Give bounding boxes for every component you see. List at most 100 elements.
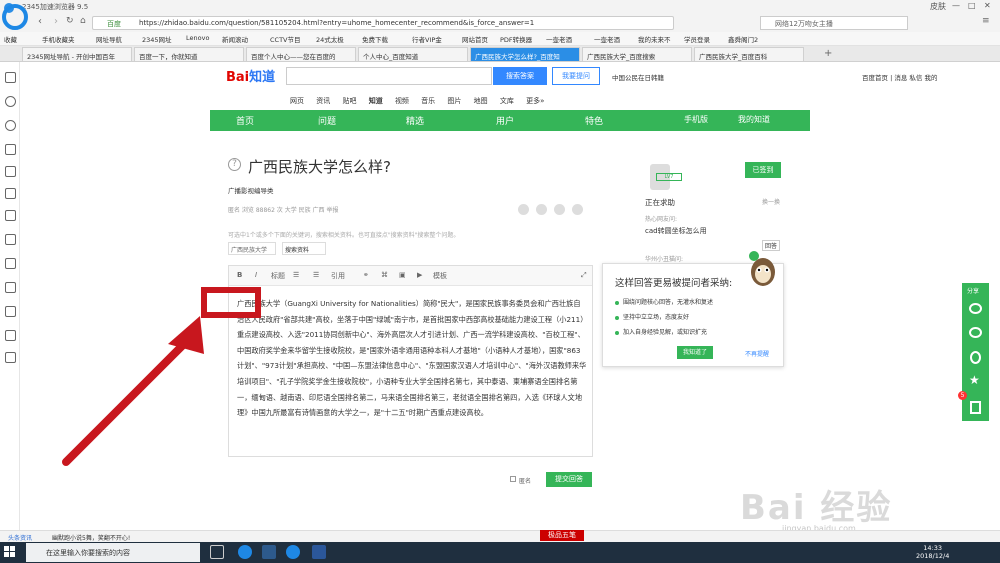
bookmark-item[interactable]: 手机收藏夹 (42, 34, 75, 44)
channel-zhidao[interactable]: 知道 (369, 97, 383, 105)
weibo-share-icon[interactable] (536, 204, 547, 215)
minimize-button[interactable]: — (952, 1, 960, 10)
bookmark-item[interactable]: CCTV节目 (270, 34, 301, 44)
image-icon[interactable]: ▣ (399, 271, 406, 279)
channel-image[interactable]: 图片 (447, 97, 461, 105)
history-icon[interactable] (5, 96, 16, 107)
task-view-icon[interactable] (210, 545, 224, 559)
douyu-icon[interactable] (5, 188, 16, 199)
wechat-share-icon[interactable] (518, 204, 529, 215)
refresh-icon[interactable]: ↻ (66, 16, 74, 26)
note-icon[interactable] (5, 352, 16, 363)
star-icon[interactable] (5, 72, 16, 83)
bookmark-item[interactable]: 收藏 (4, 34, 17, 44)
qq-icon[interactable] (970, 351, 981, 364)
nav-mobile[interactable]: 手机版 (684, 114, 708, 125)
bookmark-item[interactable]: 行者VIP金 (412, 34, 442, 44)
url-text[interactable]: https://zhidao.baidu.com/question/581105… (139, 19, 534, 27)
channel-music[interactable]: 音乐 (421, 97, 435, 105)
shop-icon[interactable] (5, 210, 16, 221)
app-icon[interactable] (5, 144, 16, 155)
zhidao-logo[interactable]: Bai知道 (226, 66, 275, 85)
explorer-icon[interactable] (262, 545, 276, 559)
news-label[interactable]: 头条资讯 (8, 533, 32, 542)
browser-tab[interactable]: 百度个人中心——您在百度的 (246, 47, 356, 62)
channel-video[interactable]: 视频 (395, 97, 409, 105)
star-share-icon[interactable]: ★ (969, 373, 980, 387)
code-icon[interactable]: ⌘ (381, 271, 388, 279)
search-material-button[interactable]: 搜索资料 (282, 242, 326, 255)
swap-button[interactable]: 换一换 (762, 197, 780, 206)
nav-home[interactable]: 首页 (236, 114, 254, 127)
heading-button[interactable]: 标题 (271, 271, 285, 281)
keyword-tag[interactable]: 广西民族大学 (228, 242, 276, 255)
unordered-list-icon[interactable]: ☰ (313, 271, 319, 279)
browser-tab-active[interactable]: 广西民族大学怎么样?_百度知 (470, 47, 580, 62)
bookmark-item[interactable]: Lenovo (186, 34, 209, 42)
browser-tab[interactable]: 广西民族大学_百度搜索 (582, 47, 692, 62)
url-bar[interactable]: 百度 https://zhidao.baidu.com/question/581… (92, 16, 674, 30)
maximize-button[interactable]: □ (968, 1, 976, 10)
search-input[interactable] (286, 67, 492, 85)
channel-web[interactable]: 网页 (290, 97, 304, 105)
close-button[interactable]: ✕ (984, 1, 991, 10)
no-remind-link[interactable]: 不再提醒 (745, 349, 769, 358)
grid-icon[interactable] (5, 258, 16, 269)
forward-icon[interactable]: › (54, 16, 58, 27)
news-ticker[interactable]: 幽默跑小说5舞，笑翻不开心! (52, 533, 130, 542)
nav-questions[interactable]: 问题 (318, 114, 336, 127)
ime-toolbar[interactable]: 极品五笔 (540, 530, 584, 541)
home-icon[interactable]: ⌂ (80, 16, 86, 26)
got-it-button[interactable]: 我知道了 (677, 346, 713, 359)
browser-taskbar-icon[interactable] (286, 545, 300, 559)
todo-icon[interactable] (962, 395, 989, 421)
answer-editor[interactable]: B I 标题 ☰ ☰ 引用 ⚭ ⌘ ▣ ▶ 模板 ⤢ 广西民族大学（GuangX… (228, 265, 593, 457)
bookmark-item[interactable]: 网址导航 (96, 34, 122, 44)
channel-news[interactable]: 资讯 (316, 97, 330, 105)
channel-wenku[interactable]: 文库 (500, 97, 514, 105)
search-icon[interactable] (5, 120, 16, 131)
nav-my-zhidao[interactable]: 我的知道 (738, 114, 770, 125)
browser-tab[interactable]: 广西民族大学_百度百科 (694, 47, 804, 62)
user-links[interactable]: 百度首页 | 消息 私信 我的 (862, 72, 937, 82)
taskbar-search[interactable]: 在这里输入你要搜索的内容 (26, 543, 200, 562)
nav-featured[interactable]: 精选 (406, 114, 424, 127)
search-answer-button[interactable]: 搜索答案 (493, 67, 547, 85)
answer-text[interactable]: 广西民族大学（GuangXi University for Nationalit… (237, 296, 587, 421)
list-icon[interactable] (5, 330, 16, 341)
template-button[interactable]: 模板 (433, 271, 447, 281)
nav-special[interactable]: 特色 (585, 114, 603, 127)
bookmark-item[interactable]: PDF转换器 (500, 34, 532, 44)
anonymous-checkbox[interactable] (510, 476, 516, 482)
favorite-icon[interactable] (572, 204, 583, 215)
bookmark-item[interactable]: 我的未来不 (638, 34, 671, 44)
browser-tab[interactable]: 百度一下，你就知道 (134, 47, 244, 62)
submit-answer-button[interactable]: 提交回答 (546, 472, 592, 487)
wechat-icon[interactable] (969, 303, 982, 314)
channel-map[interactable]: 地图 (474, 97, 488, 105)
bold-button[interactable]: B (237, 271, 242, 279)
ask-question-button[interactable]: 我要提问 (552, 67, 600, 85)
back-icon[interactable]: ‹ (38, 16, 42, 27)
windows-start-icon[interactable] (4, 546, 16, 558)
bookmark-item[interactable]: 鑫舜阁门2 (728, 34, 758, 44)
game-icon[interactable] (5, 234, 16, 245)
fullscreen-icon[interactable]: ⤢ (581, 271, 587, 280)
browser-tab[interactable]: 2345网址导航 - 开创中国百年 (22, 47, 132, 62)
bookmark-item[interactable]: 网站首页 (462, 34, 488, 44)
bookmark-item[interactable]: 学员登录 (684, 34, 710, 44)
bookmark-item[interactable]: 免费下载 (362, 34, 388, 44)
browser-tab[interactable]: 个人中心_百度知道 (358, 47, 468, 62)
bookmark-item[interactable]: 24式太极 (316, 34, 344, 44)
channel-tieba[interactable]: 贴吧 (342, 97, 356, 105)
word-icon[interactable] (312, 545, 326, 559)
help-question-link[interactable]: cad转圆坐标怎么用 (645, 226, 707, 236)
nav-users[interactable]: 用户 (496, 114, 514, 127)
bookmark-item[interactable]: 新闻滚动 (222, 34, 248, 44)
ordered-list-icon[interactable]: ☰ (293, 271, 299, 279)
new-tab-button[interactable]: + (824, 48, 832, 59)
top-link[interactable]: 中国公民在日韩籍 (612, 72, 664, 82)
calc-icon[interactable] (5, 306, 16, 317)
channel-more[interactable]: 更多» (526, 97, 544, 105)
weibo-icon[interactable] (5, 166, 16, 177)
